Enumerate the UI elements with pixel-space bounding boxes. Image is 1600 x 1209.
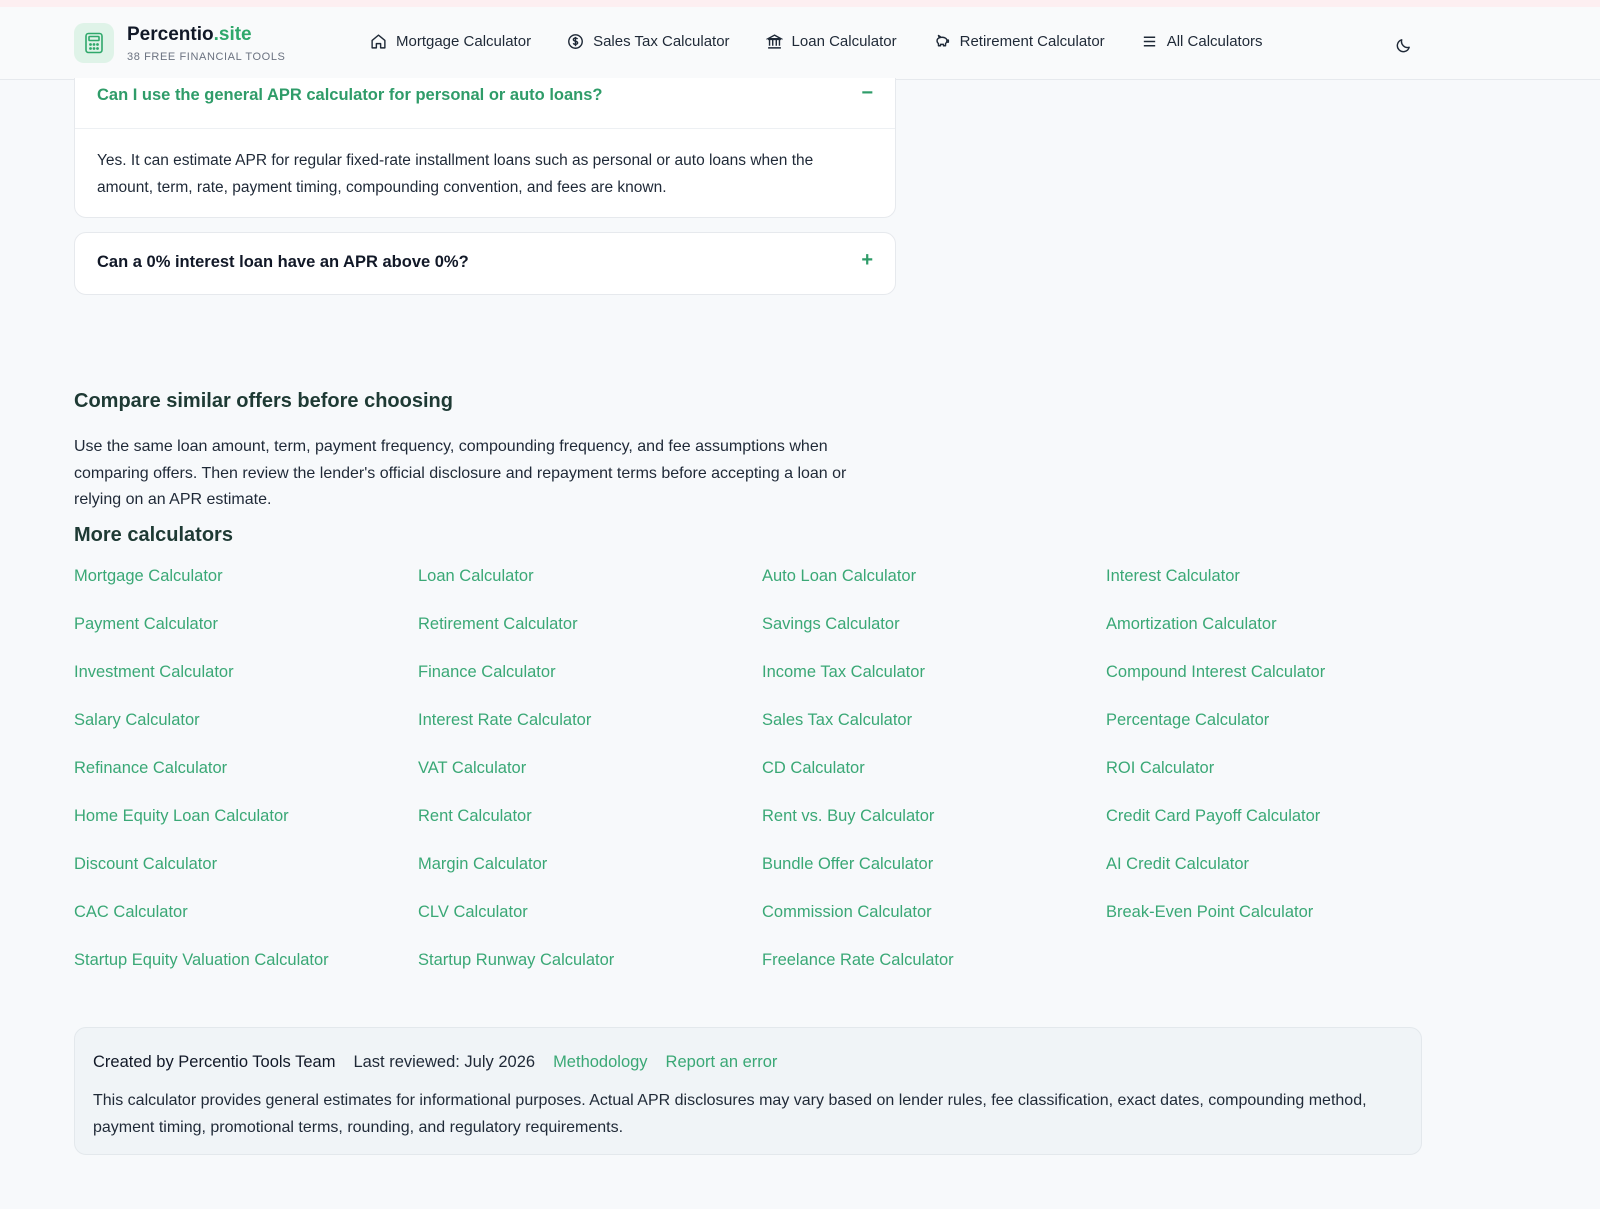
more-calculators-heading: More calculators [74,524,233,546]
top-accent-line [0,0,1600,7]
calculator-link[interactable]: ROI Calculator [1106,759,1214,778]
nav-label: Sales Tax Calculator [593,33,730,50]
calculator-link[interactable]: Percentage Calculator [1106,711,1269,730]
calculator-link[interactable]: Rent Calculator [418,807,532,826]
calculator-link[interactable]: Interest Rate Calculator [418,711,591,730]
meta-row: Created by Percentio Tools Team Last rev… [93,1053,795,1072]
calculator-link[interactable]: Payment Calculator [74,615,218,634]
calculator-link[interactable]: Auto Loan Calculator [762,567,916,586]
moon-icon [1396,38,1410,52]
calculator-link[interactable]: Interest Calculator [1106,567,1240,586]
main-nav: Mortgage Calculator Sales Tax Calculator… [370,33,1299,50]
calculator-link[interactable]: Refinance Calculator [74,759,227,778]
expand-icon[interactable]: + [861,249,873,272]
faq-item-open: Can I use the general APR calculator for… [74,78,896,218]
calculator-link[interactable]: VAT Calculator [418,759,526,778]
disclaimer-text: This calculator provides general estimat… [93,1092,1367,1136]
calculator-link[interactable]: Savings Calculator [762,615,900,634]
faq-question: Can a 0% interest loan have an APR above… [97,253,469,271]
faq-question: Can I use the general APR calculator for… [97,86,603,104]
home-icon [371,34,386,49]
calculator-link[interactable]: Amortization Calculator [1106,615,1277,634]
calculator-link[interactable]: Finance Calculator [418,663,556,682]
nav-all-calculators[interactable]: All Calculators [1141,33,1263,50]
calculator-link[interactable]: Startup Equity Valuation Calculator [74,951,329,970]
faq-item-closed[interactable]: Can a 0% interest loan have an APR above… [74,232,896,295]
page-meta-box: Created by Percentio Tools Team Last rev… [74,1027,1422,1155]
calculator-link[interactable]: Discount Calculator [74,855,217,874]
calculator-link[interactable]: Margin Calculator [418,855,547,874]
brand-name: Percentio.site [127,24,285,46]
calculator-link[interactable]: Income Tax Calculator [762,663,925,682]
calculator-link[interactable]: Credit Card Payoff Calculator [1106,807,1320,826]
nav-label: Mortgage Calculator [396,33,532,50]
nav-retirement-calculator[interactable]: Retirement Calculator [933,33,1105,50]
last-reviewed: Last reviewed: July 2026 [353,1053,536,1071]
calculator-link[interactable]: Break-Even Point Calculator [1106,903,1313,922]
theme-toggle-button[interactable] [1392,34,1414,56]
menu-icon [1143,36,1155,47]
nav-label: All Calculators [1166,33,1263,50]
logo-link[interactable]: Percentio.site 38 FREE FINANCIAL TOOLS [74,23,285,63]
report-error-link[interactable]: Report an error [666,1053,778,1072]
calculator-link[interactable]: CLV Calculator [418,903,528,922]
brand-name-text: Percentio [127,23,214,45]
nav-mortgage-calculator[interactable]: Mortgage Calculator [370,33,531,50]
calculator-link[interactable]: Compound Interest Calculator [1106,663,1325,682]
compare-heading: Compare similar offers before choosing [74,390,453,412]
dollar-circle-icon [568,34,584,49]
calculator-link[interactable]: Startup Runway Calculator [418,951,614,970]
nav-sales-tax-calculator[interactable]: Sales Tax Calculator [567,33,730,50]
calculator-link[interactable]: Commission Calculator [762,903,932,922]
methodology-link[interactable]: Methodology [553,1053,647,1072]
compare-text: Use the same loan amount, term, payment … [74,438,847,508]
brand-subtitle: 38 FREE FINANCIAL TOOLS [127,50,286,63]
calculator-link[interactable]: Rent vs. Buy Calculator [762,807,934,826]
collapse-icon[interactable]: − [861,82,873,105]
nav-loan-calculator[interactable]: Loan Calculator [765,33,897,50]
calculator-link[interactable]: Investment Calculator [74,663,234,682]
bank-icon [765,34,783,49]
faq-question-row[interactable]: Can I use the general APR calculator for… [75,78,895,129]
calculator-link[interactable]: Freelance Rate Calculator [762,951,954,970]
calculator-link[interactable]: CD Calculator [762,759,865,778]
site-header: Percentio.site 38 FREE FINANCIAL TOOLS M… [0,7,1600,80]
author-credit: Created by Percentio Tools Team [93,1053,336,1071]
calculator-icon [74,23,114,63]
brand: Percentio.site 38 FREE FINANCIAL TOOLS [127,24,285,63]
nav-label: Loan Calculator [791,33,897,50]
calculator-link[interactable]: Loan Calculator [418,567,534,586]
calculator-link[interactable]: CAC Calculator [74,903,188,922]
calculator-link[interactable]: Home Equity Loan Calculator [74,807,289,826]
calculator-link[interactable]: Sales Tax Calculator [762,711,912,730]
calculator-link[interactable]: Bundle Offer Calculator [762,855,933,874]
piggy-bank-icon [935,34,949,47]
faq-answer: Yes. It can estimate APR for regular fix… [97,152,814,196]
calculator-link[interactable]: Mortgage Calculator [74,567,223,586]
calculator-link[interactable]: AI Credit Calculator [1106,855,1249,874]
nav-label: Retirement Calculator [959,33,1105,50]
calculator-link[interactable]: Retirement Calculator [418,615,578,634]
brand-tld: .site [213,23,252,45]
calculator-link[interactable]: Salary Calculator [74,711,200,730]
